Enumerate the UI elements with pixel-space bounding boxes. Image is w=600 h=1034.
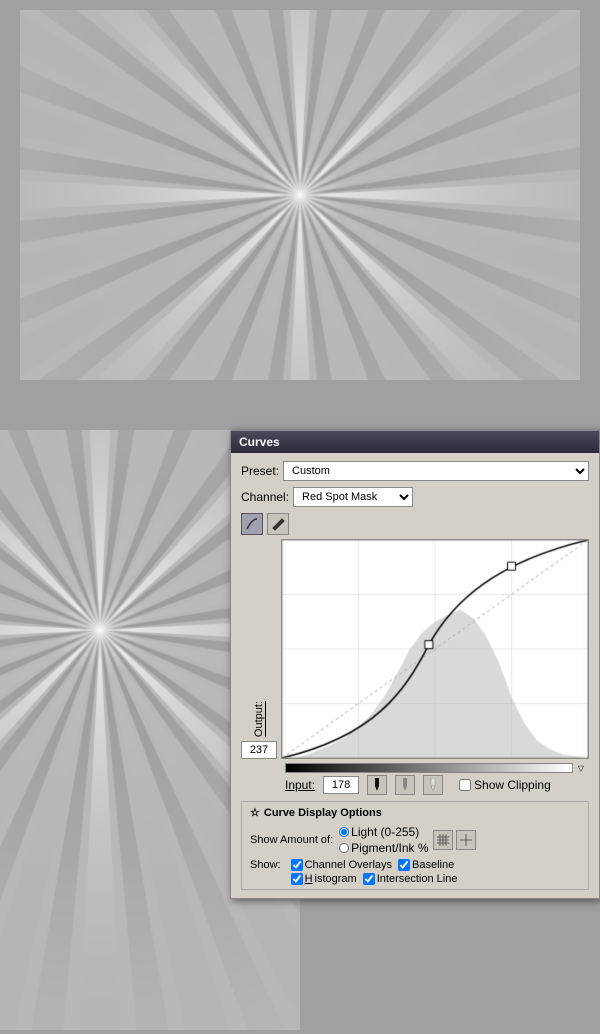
large-grid-button[interactable] — [456, 830, 476, 850]
show-amount-row: Show Amount of: Light (0-255) Pigment/In… — [250, 825, 580, 855]
histogram-text: H — [305, 873, 313, 885]
baseline-checkbox[interactable] — [398, 859, 410, 871]
intersection-line-checkbox[interactable] — [363, 873, 375, 885]
curves-canvas[interactable] — [282, 540, 588, 758]
input-value-input[interactable] — [323, 776, 359, 794]
small-grid-icon — [436, 833, 450, 847]
gradient-bar — [285, 763, 573, 773]
pencil-tool-button[interactable] — [267, 513, 289, 535]
preset-select[interactable]: Custom — [283, 461, 589, 481]
preset-row: Preset: Custom — [241, 461, 589, 481]
input-field-group: Input: — [285, 776, 359, 794]
output-label-area: Output: — [241, 539, 277, 759]
graph-container: Output: — [241, 539, 589, 759]
options-expand-icon[interactable]: ☆ — [250, 806, 260, 819]
output-value-input[interactable] — [241, 741, 277, 759]
light-radio[interactable] — [339, 827, 349, 837]
channel-row: Channel: Red Spot Mask RGB Red Green Blu… — [241, 487, 589, 507]
show-row-1: Show: Channel Overlays Baseline — [250, 859, 580, 871]
options-header-label: Curve Display Options — [264, 807, 382, 819]
light-radio-label[interactable]: Light (0-255) — [339, 825, 428, 839]
preset-label: Preset: — [241, 464, 279, 478]
input-label: Input: — [285, 778, 315, 792]
top-image-canvas — [20, 10, 580, 380]
eyedropper-white-icon — [427, 778, 439, 792]
pigment-radio-label[interactable]: Pigment/Ink % — [339, 841, 428, 855]
channel-overlays-label[interactable]: Channel Overlays — [291, 859, 392, 871]
show-label: Show: — [250, 859, 281, 871]
top-canvas-element — [20, 10, 580, 380]
intersection-line-label[interactable]: Intersection Line — [363, 873, 458, 885]
curve-icon — [245, 517, 259, 531]
dialog-body: Preset: Custom Channel: Red Spot Mask RG… — [231, 453, 599, 898]
black-eyedropper-button[interactable] — [367, 775, 387, 795]
show-amount-label: Show Amount of: — [250, 834, 333, 846]
baseline-text: Baseline — [412, 859, 454, 871]
light-pigment-options: Light (0-255) Pigment/Ink % — [339, 825, 428, 855]
show-row-2: Show: Histogram Intersection Line — [250, 873, 580, 885]
channel-select[interactable]: Red Spot Mask RGB Red Green Blue — [293, 487, 413, 507]
channel-label: Channel: — [241, 490, 289, 504]
show-clipping-label: Show Clipping — [474, 778, 551, 792]
output-label: Output: — [253, 701, 265, 737]
toolbar-row — [241, 513, 589, 535]
eyedropper-black-icon — [371, 778, 383, 792]
show-clipping-group: Show Clipping — [459, 778, 551, 792]
options-header: ☆ Curve Display Options — [250, 806, 580, 819]
histogram-text-rest: istogram — [315, 873, 357, 885]
curve-display-options-section: ☆ Curve Display Options Show Amount of: … — [241, 801, 589, 890]
large-grid-icon — [459, 833, 473, 847]
gray-eyedropper-button[interactable] — [395, 775, 415, 795]
pigment-radio[interactable] — [339, 843, 349, 853]
baseline-label[interactable]: Baseline — [398, 859, 454, 871]
dialog-titlebar: Curves — [231, 431, 599, 453]
eyedropper-gray-icon — [399, 778, 411, 792]
gradient-arrow[interactable]: ▽ — [573, 763, 589, 773]
gradient-bar-row: ▽ — [285, 763, 589, 773]
pencil-icon — [271, 517, 285, 531]
channel-overlays-text: Channel Overlays — [305, 859, 392, 871]
intersection-line-text: Intersection Line — [377, 873, 458, 885]
dialog-title: Curves — [239, 435, 280, 449]
white-eyedropper-button[interactable] — [423, 775, 443, 795]
grid-size-buttons — [433, 830, 476, 850]
curves-dialog: Curves Preset: Custom Channel: Red Spot … — [230, 430, 600, 899]
curves-graph[interactable] — [281, 539, 589, 759]
histogram-label[interactable]: Histogram — [291, 873, 357, 885]
channel-overlays-checkbox[interactable] — [291, 859, 303, 871]
show-clipping-checkbox[interactable] — [459, 779, 471, 791]
small-grid-button[interactable] — [433, 830, 453, 850]
light-option-label: Light (0-255) — [351, 825, 419, 839]
histogram-checkbox[interactable] — [291, 873, 303, 885]
input-row: Input: — [285, 775, 589, 795]
pigment-option-label: Pigment/Ink % — [351, 841, 428, 855]
curve-tool-button[interactable] — [241, 513, 263, 535]
